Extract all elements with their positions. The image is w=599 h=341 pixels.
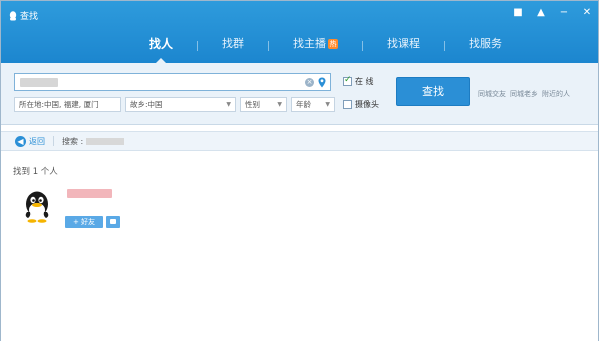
nickname-redacted[interactable]	[67, 189, 112, 198]
gender-select-value: 性别	[245, 100, 260, 109]
breadcrumb-divider	[53, 136, 54, 146]
tab-find-courses[interactable]: 找课程	[377, 37, 430, 55]
message-icon[interactable]	[106, 216, 120, 228]
title-bar: 查找 ■ ▲ − ✕ 找人 找群 找主播热 找课程 找服务	[1, 1, 598, 63]
search-panel: × 所在地:中国, 福建, 厦门 故乡:中国 ▼ 性别 ▼ 年龄 ▼ ✓ 在 线…	[1, 63, 598, 125]
clear-icon[interactable]: ×	[305, 78, 314, 87]
qq-logo-icon	[9, 10, 17, 20]
link-fellow-townsmen[interactable]: 同城老乡	[510, 89, 538, 99]
minimize-button[interactable]: −	[559, 7, 569, 18]
hometown-select[interactable]: 故乡:中国 ▼	[125, 97, 236, 112]
category-tabs: 找人 找群 找主播热 找课程 找服务	[139, 37, 512, 63]
hot-badge: 热	[328, 39, 339, 49]
tab-find-people[interactable]: 找人	[139, 37, 183, 63]
chevron-down-icon: ▼	[277, 101, 282, 108]
back-link[interactable]: 返回	[29, 136, 45, 147]
search-value-redacted	[20, 78, 58, 87]
find-button[interactable]: 查找	[396, 77, 470, 106]
tab-find-streamer[interactable]: 找主播热	[283, 37, 348, 55]
back-arrow-icon[interactable]: ◀	[15, 135, 26, 147]
tab-divider	[444, 41, 446, 51]
chevron-down-icon: ▼	[226, 101, 231, 108]
add-friend-button[interactable]: + 好友	[65, 216, 103, 228]
location-pin-icon[interactable]	[318, 77, 326, 88]
find-window: 查找 ■ ▲ − ✕ 找人 找群 找主播热 找课程 找服务 × 所在地:中国, …	[0, 0, 599, 341]
window-title-text: 查找	[20, 12, 39, 22]
list-item[interactable]: + 好友	[23, 186, 143, 236]
online-label: 在 线	[355, 77, 374, 86]
skin-icon[interactable]: ■	[513, 7, 523, 18]
close-button[interactable]: ✕	[582, 7, 592, 18]
tab-divider	[362, 41, 364, 51]
gender-select[interactable]: 性别 ▼	[240, 97, 287, 112]
window-title: 查找	[9, 9, 38, 22]
breadcrumb: ◀ 返回 搜索 :	[1, 131, 598, 151]
tab-find-streamer-label: 找主播	[293, 37, 327, 50]
results-area: 找到 1 个人 + 好友	[1, 152, 598, 341]
tab-divider	[268, 41, 270, 51]
filter-row: 所在地:中国, 福建, 厦门 故乡:中国 ▼ 性别 ▼ 年龄 ▼	[14, 97, 335, 112]
camera-option[interactable]: 摄像头	[343, 99, 379, 110]
online-checkbox[interactable]	[343, 75, 352, 86]
link-nearby-people[interactable]: 附近的人	[542, 89, 570, 99]
tab-find-services[interactable]: 找服务	[459, 37, 512, 55]
chevron-down-icon: ▼	[325, 101, 330, 108]
location-select[interactable]: 所在地:中国, 福建, 厦门	[14, 97, 121, 112]
location-select-value: 所在地:中国, 福建, 厦门	[19, 100, 99, 109]
camera-label: 摄像头	[355, 100, 379, 109]
tab-divider	[197, 41, 199, 51]
camera-checkbox[interactable]	[343, 100, 352, 109]
avatar[interactable]	[23, 191, 51, 223]
age-select[interactable]: 年龄 ▼	[291, 97, 335, 112]
quick-links: 同城交友 同城老乡 附近的人	[478, 89, 570, 99]
hometown-select-value: 故乡:中国	[130, 100, 163, 109]
result-count: 找到 1 个人	[13, 167, 58, 177]
link-local-friends[interactable]: 同城交友	[478, 89, 506, 99]
search-term-redacted	[86, 137, 125, 145]
tab-find-groups[interactable]: 找群	[212, 37, 254, 55]
search-input[interactable]: ×	[14, 73, 331, 91]
age-select-value: 年龄	[296, 100, 311, 109]
search-term-label: 搜索 :	[62, 136, 84, 146]
lock-icon[interactable]: ▲	[536, 7, 546, 18]
window-controls: ■ ▲ − ✕	[513, 7, 592, 18]
online-option[interactable]: 在 线	[343, 75, 374, 87]
